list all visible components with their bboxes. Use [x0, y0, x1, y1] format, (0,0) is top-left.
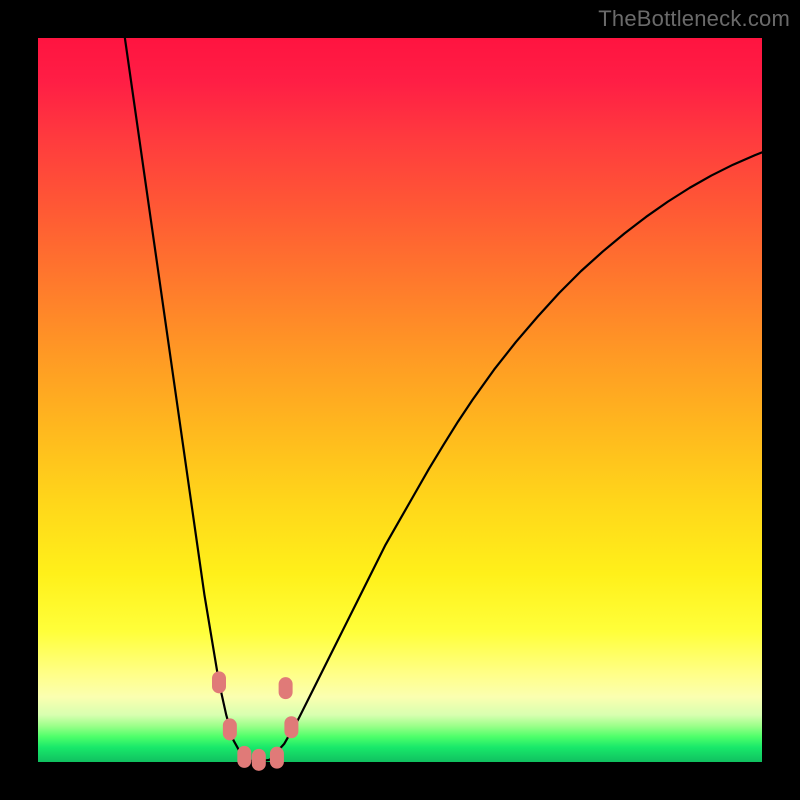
curve-marker — [212, 671, 226, 693]
curve-markers — [212, 671, 298, 770]
curve-marker — [223, 718, 237, 740]
curve-marker — [237, 746, 251, 768]
curve-marker — [270, 747, 284, 769]
watermark-text: TheBottleneck.com — [598, 6, 790, 32]
curve-marker — [284, 716, 298, 738]
bottleneck-curve — [125, 38, 762, 762]
curve-marker — [279, 677, 293, 699]
plot-area — [38, 38, 762, 762]
chart-frame: TheBottleneck.com — [0, 0, 800, 800]
chart-overlay — [38, 38, 762, 762]
curve-marker — [252, 749, 266, 771]
